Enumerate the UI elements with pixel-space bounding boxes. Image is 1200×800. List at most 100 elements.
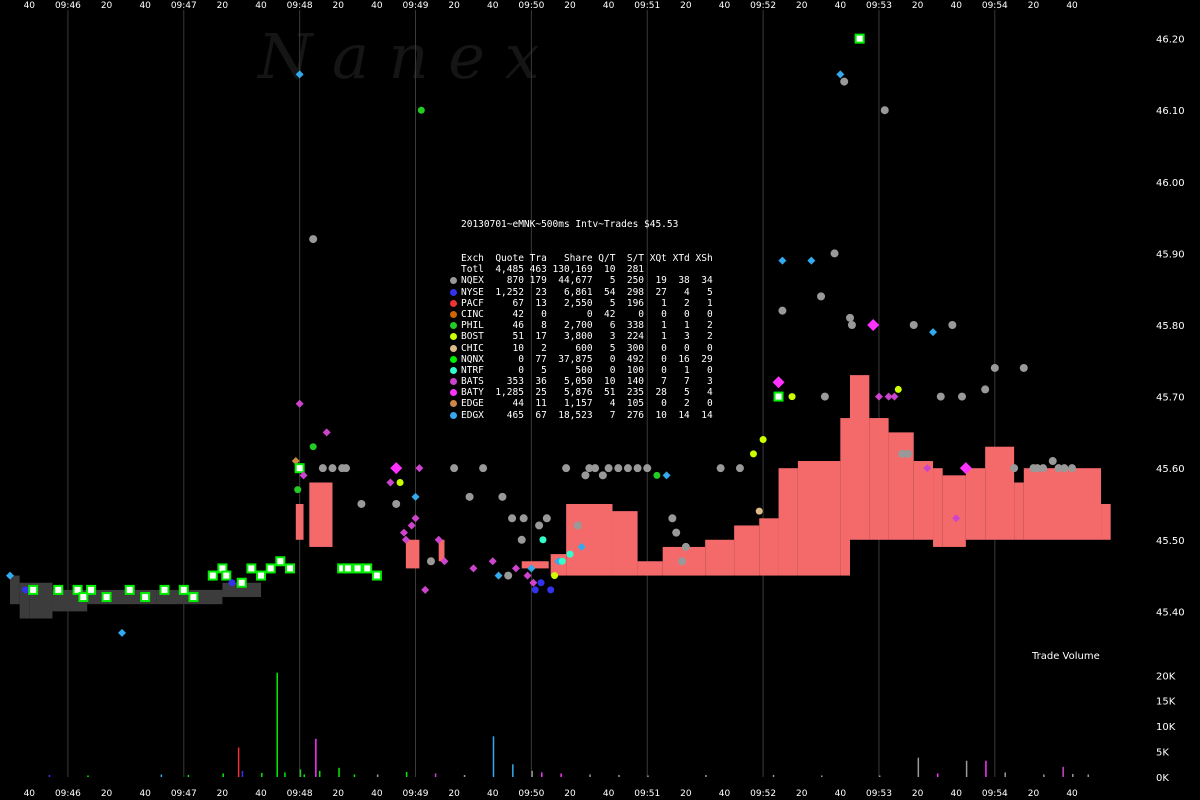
- x-axis-top: 40 09:46 20 40 09:47 20 40 09:48 20 40 09:49 20 40 09…: [24, 1, 1078, 11]
- trade-point: [643, 464, 652, 473]
- trade-point: [362, 563, 373, 574]
- volume-bar: [276, 672, 278, 777]
- x-tick-label-top: 40: [24, 1, 36, 11]
- volume-bar: [821, 775, 823, 777]
- trade-point: [981, 385, 990, 394]
- trade-point: [417, 106, 425, 114]
- trade-point: [681, 542, 690, 551]
- volume-bar: [1087, 774, 1090, 777]
- trade-point: [535, 521, 544, 530]
- y-tick-label-price: 46.10: [1156, 106, 1185, 117]
- trade-point: [623, 464, 632, 473]
- trade-point: [990, 363, 999, 372]
- trade-point: [295, 399, 304, 408]
- nbbo-spread-segment: [1014, 482, 1024, 540]
- volume-bar: [434, 773, 437, 777]
- x-tick-label-bottom: 09:48: [287, 789, 313, 799]
- volume-bar: [560, 773, 562, 777]
- trade-point: [653, 471, 661, 479]
- trade-point: [309, 235, 318, 244]
- stats-exchange-row: PHIL 46 8 2,700 6 338 1 1 2: [450, 320, 713, 331]
- nbbo-spread-segment: [734, 525, 760, 576]
- trade-point: [124, 584, 135, 595]
- stats-total-row: Totl 4,485 463 130,169 10 281: [461, 264, 713, 275]
- trade-point: [778, 256, 787, 265]
- trade-point: [407, 521, 416, 530]
- trade-point: [318, 464, 327, 473]
- trade-point: [581, 471, 590, 480]
- volume-bars: [48, 672, 1090, 777]
- trade-point: [465, 492, 474, 501]
- y-tick-label-price: 46.20: [1156, 35, 1185, 46]
- trade-point: [246, 563, 257, 574]
- volume-bar: [1062, 766, 1064, 777]
- trade-point: [867, 319, 880, 331]
- nbbo-spread-segment: [759, 518, 779, 576]
- stats-row-text: Totl 4,485 463 130,169 10 281: [461, 264, 713, 276]
- trade-point: [118, 628, 126, 637]
- stats-row-text: EDGE 44 11 1,157 4 105 0 2 0: [461, 398, 713, 410]
- x-tick-label-bottom: 20: [448, 789, 460, 799]
- y-tick-label-volume: 20K: [1156, 671, 1176, 682]
- nbbo-spread-segment: [840, 418, 850, 576]
- trade-point: [228, 579, 236, 587]
- nbbo-spread-segment: [521, 561, 549, 569]
- stats-row-text: CINC 42 0 0 42 0 0 0 0: [461, 308, 713, 320]
- y-tick-label-price: 45.60: [1156, 464, 1185, 475]
- nbbo-spread-segment: [1101, 503, 1111, 540]
- volume-bar: [463, 774, 466, 777]
- x-tick-label-top: 40: [603, 1, 615, 11]
- trade-point: [504, 571, 513, 580]
- stats-row-text: BOST 51 17 3,800 3 224 1 3 2: [461, 331, 713, 343]
- nbbo-spread-segment: [797, 461, 841, 576]
- stats-exchange-row: EDGX 465 67 18,523 7 276 10 14 14: [450, 410, 713, 421]
- volume-bar: [187, 774, 190, 777]
- volume-bar: [376, 774, 379, 777]
- trade-point: [523, 571, 532, 580]
- trade-point: [1010, 464, 1019, 473]
- nbbo-spread-segment: [965, 468, 986, 540]
- trade-point: [759, 436, 767, 444]
- x-tick-label-top: 40: [835, 1, 847, 11]
- x-tick-label-top: 09:49: [403, 1, 429, 11]
- x-tick-label-top: 40: [255, 1, 267, 11]
- trade-point: [101, 592, 112, 603]
- stats-row-text: CHIC 10 2 600 5 300 0 0 0: [461, 342, 713, 354]
- volume-bar: [241, 770, 244, 777]
- trade-point: [573, 521, 582, 530]
- y-tick-label-volume: 5K: [1156, 748, 1169, 759]
- stats-exchange-row: CINC 42 0 0 42 0 0 0 0: [450, 308, 713, 320]
- trade-point: [265, 563, 276, 574]
- x-tick-label-top: 20: [912, 1, 924, 11]
- x-tick-label-top: 40: [139, 1, 151, 11]
- volume-bar: [985, 760, 987, 777]
- stats-exchange-row: NTRF 0 5 500 0 100 0 1 0: [450, 364, 713, 376]
- trade-point: [498, 492, 507, 501]
- trade-point: [735, 464, 744, 473]
- legend-marker: [450, 299, 457, 307]
- trade-point: [716, 464, 725, 473]
- nbbo-spread-segment: [869, 418, 889, 540]
- stats-row-text: NTRF 0 5 500 0 100 0 1 0: [461, 364, 713, 376]
- legend-marker: [450, 355, 457, 363]
- volume-bar: [492, 736, 495, 777]
- trade-point: [236, 577, 247, 588]
- x-tick-label-bottom: 20: [333, 789, 345, 799]
- trade-point: [1048, 457, 1057, 466]
- legend-marker: [450, 378, 457, 386]
- legend-marker: [450, 344, 457, 352]
- trade-point: [755, 507, 763, 515]
- x-tick-label-bottom: 09:49: [403, 789, 429, 799]
- stats-exchange-row: NQEX 870 179 44,677 5 250 19 38 34: [450, 275, 713, 286]
- x-tick-label-bottom: 40: [835, 789, 847, 799]
- trade-point: [508, 514, 517, 523]
- nbbo-spread-segment: [438, 539, 445, 562]
- stats-title: 20130701~eMNK~500ms Intv~Trades $45.53: [461, 219, 679, 231]
- trade-point: [1019, 363, 1028, 372]
- legend-marker: [450, 310, 457, 318]
- volume-bar: [512, 764, 514, 777]
- x-tick-label-top: 09:47: [171, 1, 197, 11]
- nbbo-spread-segment: [850, 375, 870, 540]
- trade-point: [749, 450, 757, 458]
- trade-point: [854, 33, 865, 44]
